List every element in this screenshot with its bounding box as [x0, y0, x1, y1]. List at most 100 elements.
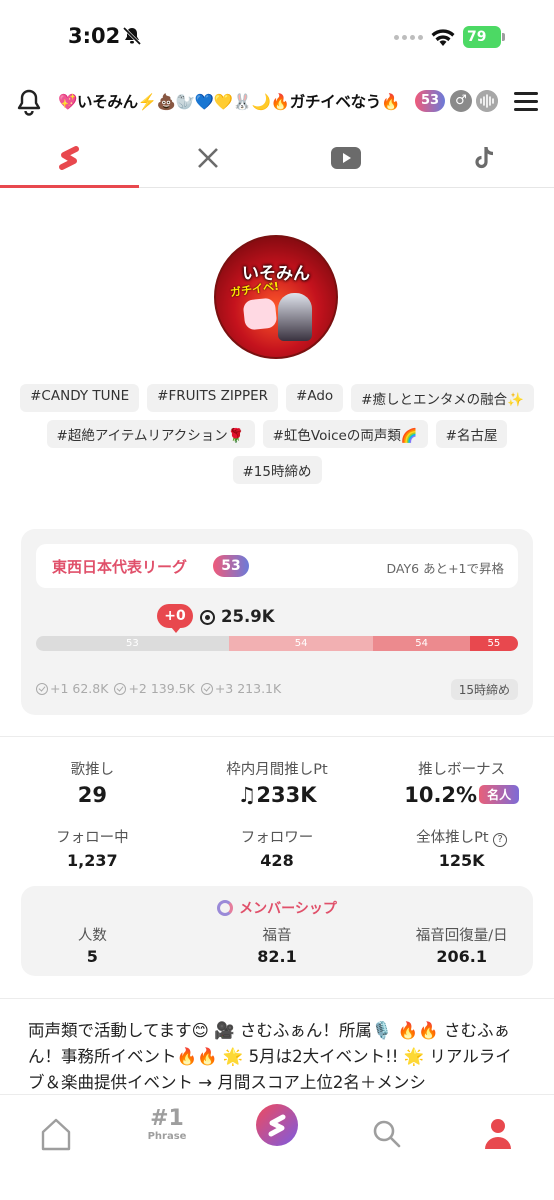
stat-value: 428	[260, 851, 294, 870]
platform-tabs	[0, 128, 554, 188]
milestone-list: +1 62.8K +2 139.5K +3 213.1K	[36, 681, 281, 696]
menu-icon[interactable]	[514, 92, 538, 112]
status-time: 3:02	[68, 24, 121, 48]
progress-segment-label: 55	[487, 638, 501, 649]
stats-row-primary: 歌推し 29 枠内月間推しPt ♫233K 推しボーナス 10.2% 名人	[0, 758, 554, 807]
stat-label: 全体推しPt	[416, 830, 489, 846]
stat-label: 推しボーナス	[418, 762, 506, 778]
stat-following[interactable]: フォロー中 1,237	[0, 826, 185, 870]
stat-total-points[interactable]: 全体推しPt ? 125K	[369, 826, 554, 870]
progress-segment: 54	[228, 636, 374, 651]
milestone-text: +2 139.5K	[128, 681, 195, 696]
stat-label: フォロー中	[56, 830, 129, 846]
hashtag[interactable]: #FRUITS ZIPPER	[147, 384, 279, 412]
milestone-text: +1 62.8K	[50, 681, 109, 696]
profile-bio: 両声類で活動してます😊 🎥 さむふぁん！所属🎙️ 🔥🔥 さむふぁん！事務所イベン…	[28, 1021, 512, 1092]
league-status: DAY6 あと+1で昇格	[386, 561, 504, 576]
membership-title: メンバーシップ	[239, 901, 337, 917]
league-score: 25.9K	[221, 607, 275, 626]
hashtag[interactable]: #CANDY TUNE	[20, 384, 140, 412]
membership-stat: 人数 5	[0, 924, 185, 966]
league-header: 東西日本代表リーグ 53 DAY6 あと+1で昇格	[36, 544, 518, 588]
deadline-chip: 15時締め	[450, 679, 518, 700]
progress-segment: 54	[373, 636, 470, 651]
hashtag[interactable]: #超絶アイテムリアクション🌹	[46, 420, 255, 448]
status-bar: 3:02 79	[0, 0, 554, 76]
score-icon	[200, 610, 215, 625]
bottom-navigation: #1 Phrase	[0, 1094, 554, 1200]
milestone-item: +1 62.8K	[36, 681, 108, 696]
home-icon[interactable]	[31, 1109, 81, 1159]
tab-tiktok[interactable]	[416, 128, 554, 187]
hashtag-list: #CANDY TUNE #FRUITS ZIPPER #Ado #癒しとエンタメ…	[10, 384, 544, 484]
progress-segment: 55	[469, 636, 518, 651]
league-rank-badge: 53	[213, 555, 249, 577]
league-progress-bar: 53 54 54 55	[36, 636, 518, 651]
stat-followers[interactable]: フォロワー 428	[185, 826, 370, 870]
stat-value: 206.1	[436, 947, 487, 966]
cellular-signal-icon	[394, 35, 423, 40]
tab-x[interactable]	[139, 128, 278, 187]
membership-card[interactable]: メンバーシップ 人数 5 福音 82.1 福音回復量/日 206.1	[21, 886, 533, 976]
x-logo-icon	[197, 147, 218, 168]
tab-standfm[interactable]	[0, 128, 139, 188]
stat-oshi-bonus[interactable]: 推しボーナス 10.2% 名人	[369, 758, 554, 807]
hashtag[interactable]: #15時締め	[232, 456, 322, 484]
profile-name: 💖いそみん⚡️💩🦭💙💛🐰🌙🔥ガチイベなう🔥	[58, 93, 400, 111]
phrase-ranking-tab[interactable]: #1 Phrase	[142, 1106, 192, 1143]
rank-title-badge: 名人	[479, 785, 520, 804]
hashtag[interactable]: #癒しとエンタメの融合✨	[351, 384, 534, 412]
milestone-item: +2 139.5K	[114, 681, 195, 696]
membership-stat: 福音回復量/日 206.1	[369, 924, 554, 966]
section-divider	[0, 998, 554, 999]
bell-off-icon	[122, 26, 142, 46]
stat-value: 10.2%	[404, 783, 478, 807]
standfm-logo-icon	[268, 1114, 286, 1137]
tab-youtube[interactable]	[277, 128, 416, 187]
stat-label: 人数	[77, 928, 107, 944]
standfm-home-button[interactable]	[256, 1104, 298, 1146]
profile-avatar[interactable]: いそみん ガチイベ!	[214, 235, 338, 359]
voice-wave-icon	[476, 90, 498, 112]
progress-segment: 53	[36, 636, 229, 651]
profile-icon[interactable]	[473, 1109, 523, 1159]
check-circle-icon	[200, 682, 213, 695]
membership-stats: 人数 5 福音 82.1 福音回復量/日 206.1	[0, 924, 554, 966]
stat-label: 歌推し	[70, 762, 115, 778]
wifi-icon	[431, 29, 455, 46]
stat-value: 29	[77, 783, 107, 807]
youtube-logo-icon	[331, 146, 362, 169]
membership-icon	[217, 900, 234, 916]
milestone-text: +3 213.1K	[214, 681, 282, 696]
stat-value: 5	[86, 947, 98, 966]
check-circle-icon	[114, 682, 127, 695]
battery-icon: 79	[463, 26, 505, 48]
progress-segment-label: 54	[294, 638, 308, 649]
search-icon[interactable]	[362, 1109, 412, 1159]
stat-song-oshi[interactable]: 歌推し 29	[0, 758, 185, 807]
ranking-label: Phrase	[147, 1131, 187, 1142]
league-name: 東西日本代表リーグ	[52, 558, 188, 576]
stat-value: 82.1	[257, 947, 297, 966]
check-circle-icon	[36, 682, 48, 695]
league-card[interactable]: 東西日本代表リーグ 53 DAY6 あと+1で昇格 +0 25.9K 53 54…	[21, 529, 533, 715]
stat-monthly-points[interactable]: 枠内月間推しPt ♫233K	[185, 758, 370, 807]
stat-label: 福音回復量/日	[415, 928, 508, 944]
hashtag[interactable]: #虹色Voiceの両声類🌈	[262, 420, 428, 448]
rank-delta-badge: +0	[157, 604, 193, 633]
stats-row-secondary: フォロー中 1,237 フォロワー 428 全体推しPt ? 125K	[0, 826, 554, 870]
notification-bell-icon[interactable]	[16, 88, 42, 116]
profile-header: 💖いそみん⚡️💩🦭💙💛🐰🌙🔥ガチイベなう🔥 53 ♂	[0, 80, 554, 124]
level-badge: 53	[415, 90, 445, 112]
stat-label: 福音	[262, 928, 292, 944]
help-icon[interactable]: ?	[493, 833, 508, 847]
hashtag[interactable]: #名古屋	[435, 420, 508, 448]
section-divider	[0, 736, 554, 737]
tiktok-logo-icon	[475, 146, 493, 168]
standfm-logo-icon	[59, 145, 80, 170]
progress-segment-label: 53	[126, 638, 139, 649]
stat-label: フォロワー	[240, 830, 314, 846]
hashtag[interactable]: #Ado	[286, 384, 344, 412]
stat-value: 1,237	[67, 851, 118, 870]
ranking-number: #1	[150, 1106, 184, 1131]
